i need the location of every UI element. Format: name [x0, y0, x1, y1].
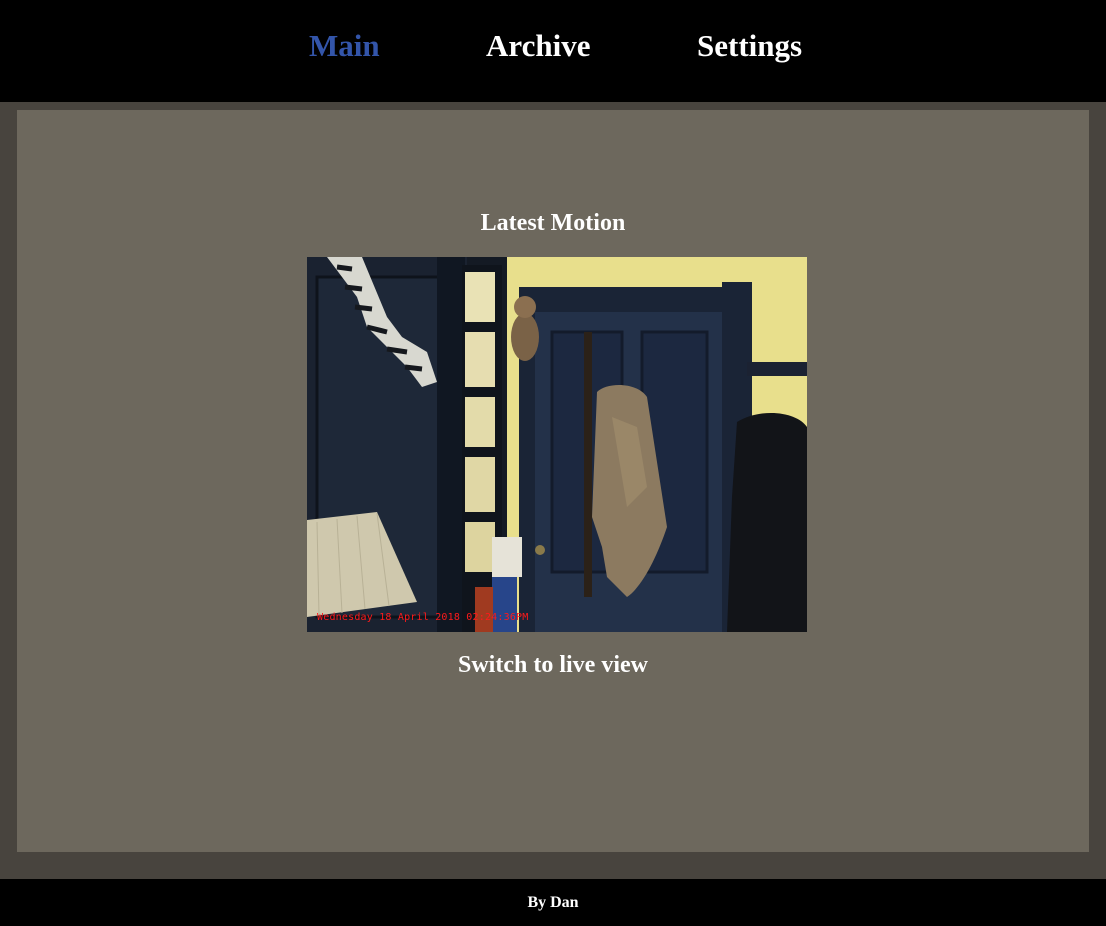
- footer-credit: By Dan: [527, 894, 579, 911]
- switch-to-live-view-link[interactable]: Switch to live view: [0, 649, 1106, 681]
- top-navbar: Main Archive Settings: [0, 0, 1106, 102]
- nav-archive-link[interactable]: Archive: [486, 26, 590, 66]
- motion-snapshot-image: Wednesday 18 April 2018 02:24:36PM: [307, 257, 807, 632]
- footer: By Dan: [0, 879, 1106, 926]
- snapshot-scene: [307, 257, 807, 632]
- nav-settings-link[interactable]: Settings: [697, 26, 802, 66]
- nav-main-link[interactable]: Main: [309, 26, 380, 66]
- snapshot-timestamp: Wednesday 18 April 2018 02:24:36PM: [317, 612, 529, 623]
- latest-motion-title: Latest Motion: [480, 210, 626, 236]
